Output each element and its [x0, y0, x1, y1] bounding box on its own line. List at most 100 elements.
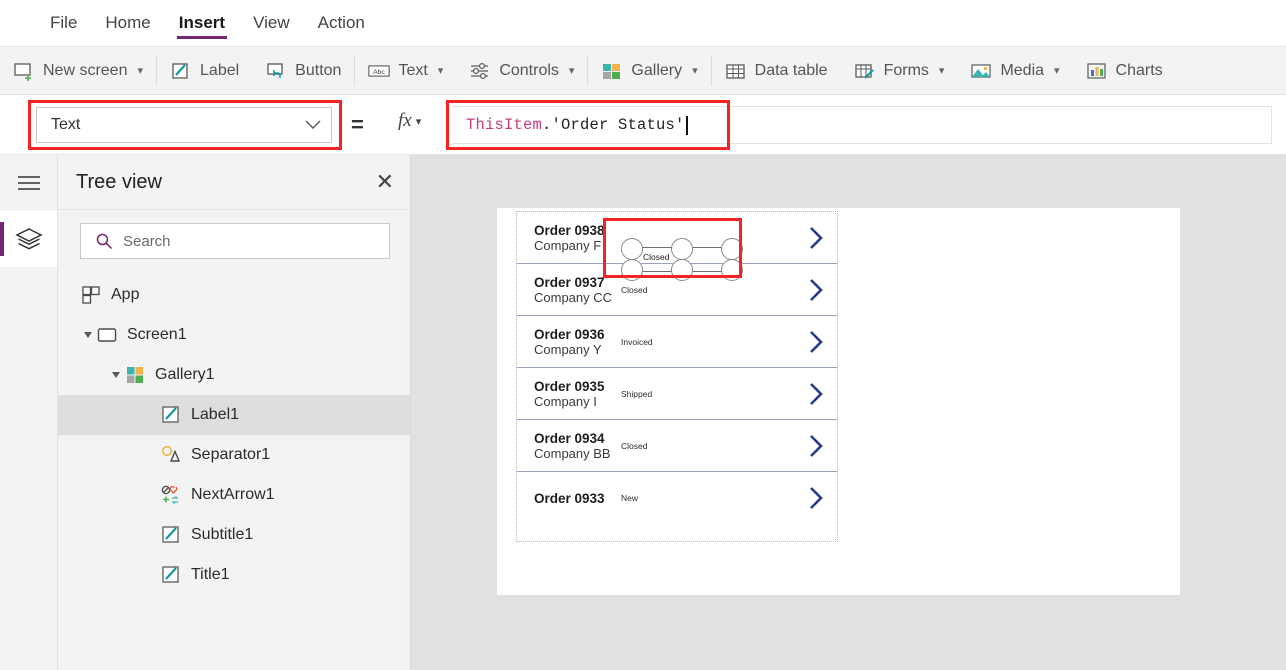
hamburger-menu-button[interactable] — [0, 155, 58, 210]
powerapps-studio: File Home Insert View Action New screen … — [0, 0, 1286, 670]
next-arrow-icon[interactable] — [795, 225, 837, 251]
media-image-icon — [971, 63, 992, 78]
gallery-row[interactable]: Order 0937 Company CC Closed — [517, 264, 837, 316]
chevron-down-icon: ▾ — [568, 65, 575, 77]
app-screen: Order 0938 Company F Closed Order 0937 C… — [497, 208, 1180, 595]
selection-handle-top-center[interactable] — [671, 237, 693, 260]
text-abc-icon: Abc — [368, 64, 391, 77]
gallery-row[interactable]: Order 0936 Company Y Invoiced — [517, 316, 837, 368]
ribbon-gallery[interactable]: Gallery ▾ — [588, 47, 710, 95]
menu-tab-action[interactable]: Action — [304, 0, 379, 47]
separator-icon — [161, 445, 181, 462]
ribbon-label[interactable]: Label — [157, 47, 252, 95]
chevron-down-icon: ▾ — [938, 65, 945, 77]
formula-rest: .'Order Status' — [542, 116, 685, 134]
tree-item-label: Subtitle1 — [191, 526, 254, 543]
property-dropdown-value: Text — [51, 116, 81, 133]
gallery-grid-icon — [603, 63, 621, 79]
gallery-row-subtitle: Company BB — [534, 445, 611, 461]
next-arrow-icon[interactable] — [795, 277, 837, 303]
gallery-row-title: Order 0934 — [534, 430, 605, 446]
ribbon-new-screen[interactable]: New screen ▾ — [0, 47, 156, 95]
app-icon — [82, 286, 100, 304]
gallery-row[interactable]: Order 0935 Company I Shipped — [517, 368, 837, 420]
expand-triangle-icon[interactable] — [108, 370, 124, 380]
gallery-row-texts: Order 0933 — [517, 491, 621, 506]
menu-tab-file[interactable]: File — [36, 0, 91, 47]
ribbon-charts[interactable]: Charts — [1073, 47, 1176, 95]
charts-bar-icon — [1086, 62, 1106, 79]
ribbon-media-label: Media — [1000, 61, 1045, 79]
next-arrow-icon[interactable] — [795, 433, 837, 459]
ribbon-gallery-label: Gallery — [631, 61, 683, 79]
next-arrow-icon[interactable] — [795, 485, 837, 511]
gallery-row-status: Invoiced — [621, 336, 653, 347]
label-icon — [162, 566, 179, 583]
tree-item-subtitle1[interactable]: Subtitle1 — [58, 515, 410, 555]
next-arrow-icon[interactable] — [795, 329, 837, 355]
icons-icon — [161, 485, 179, 505]
gallery-row-texts: Order 0938 Company F — [517, 223, 621, 253]
tree-item-label1[interactable]: Label1 — [58, 395, 410, 435]
new-screen-icon — [14, 62, 31, 81]
tree-item-gallery1[interactable]: Gallery1 — [58, 355, 410, 395]
equals-sign: = — [351, 112, 364, 137]
tree-view-rail-button[interactable] — [0, 211, 57, 267]
tree-item-label: App — [111, 286, 140, 303]
forms-icon — [854, 63, 874, 79]
menu-tab-insert[interactable]: Insert — [165, 0, 239, 47]
data-table-icon — [725, 63, 745, 79]
ribbon-label-label: Label — [200, 61, 240, 79]
tree-item-title1[interactable]: Title1 — [58, 555, 410, 595]
property-dropdown[interactable]: Text — [36, 107, 332, 143]
chevron-down-icon: ▾ — [137, 65, 144, 77]
fx-button[interactable]: fx ▾ — [398, 110, 421, 132]
tree-item-label: Screen1 — [127, 326, 187, 343]
search-input[interactable]: Search — [80, 223, 390, 259]
ribbon-forms[interactable]: Forms ▾ — [841, 47, 958, 95]
tree-item-label: Gallery1 — [155, 366, 215, 383]
menu-tab-view[interactable]: View — [239, 0, 304, 47]
gallery-row-subtitle: Company F — [534, 237, 602, 253]
gallery-row[interactable]: Order 0933 New — [517, 472, 837, 524]
gallery-row-subtitle: Company I — [534, 393, 597, 409]
ribbon-charts-label: Charts — [1115, 61, 1163, 79]
tree-item-nextarrow1[interactable]: NextArrow1 — [58, 475, 410, 515]
formula-input[interactable]: ThisItem .'Order Status' — [452, 106, 1272, 144]
tree-view-panel: Tree view ✕ Search App Screen1 Gallery1 … — [58, 155, 411, 670]
gallery-row[interactable]: Order 0934 Company BB Closed — [517, 420, 837, 472]
gallery-row-status: Shipped — [621, 388, 653, 399]
label-icon — [162, 406, 179, 423]
gallery-row-title: Order 0936 — [534, 326, 605, 342]
ribbon-media[interactable]: Media ▾ — [957, 47, 1072, 95]
gallery-icon — [127, 367, 143, 383]
text-cursor — [685, 115, 688, 135]
gallery-row-status: New — [621, 493, 639, 503]
selection-handle-top-left[interactable] — [621, 237, 643, 260]
expand-triangle-icon[interactable] — [80, 330, 96, 340]
ribbon-text-label: Text — [398, 61, 428, 79]
tree-item-separator1[interactable]: Separator1 — [58, 435, 410, 475]
ribbon-button-label: Button — [295, 61, 342, 79]
gallery-control[interactable]: Order 0938 Company F Closed Order 0937 C… — [516, 211, 838, 542]
gallery-row[interactable]: Order 0938 Company F Closed — [517, 212, 837, 281]
tree-item-label: Label1 — [191, 406, 240, 423]
menu-tab-home[interactable]: Home — [91, 0, 164, 47]
search-placeholder: Search — [123, 232, 171, 250]
next-arrow-icon[interactable] — [795, 381, 837, 407]
ribbon-toolbar: New screen ▾ Label Button Abc Text ▾ Con… — [0, 47, 1286, 95]
app-canvas: Order 0938 Company F Closed Order 0937 C… — [411, 155, 1286, 670]
tree-item-app[interactable]: App — [58, 275, 410, 315]
ribbon-controls[interactable]: Controls ▾ — [456, 47, 587, 95]
tree-item-screen1[interactable]: Screen1 — [58, 315, 410, 355]
close-icon[interactable]: ✕ — [376, 171, 394, 193]
ribbon-text[interactable]: Abc Text ▾ — [355, 47, 456, 95]
ribbon-data-table[interactable]: Data table — [712, 47, 841, 95]
menu-bar: File Home Insert View Action — [0, 0, 1286, 47]
gallery-row-status: Closed — [621, 440, 648, 451]
ribbon-button[interactable]: Button — [252, 47, 354, 95]
left-icon-rail — [0, 155, 58, 670]
ribbon-data-table-label: Data table — [754, 61, 828, 79]
selection-handle-top-right[interactable] — [721, 237, 743, 260]
fx-label: fx — [398, 110, 412, 131]
